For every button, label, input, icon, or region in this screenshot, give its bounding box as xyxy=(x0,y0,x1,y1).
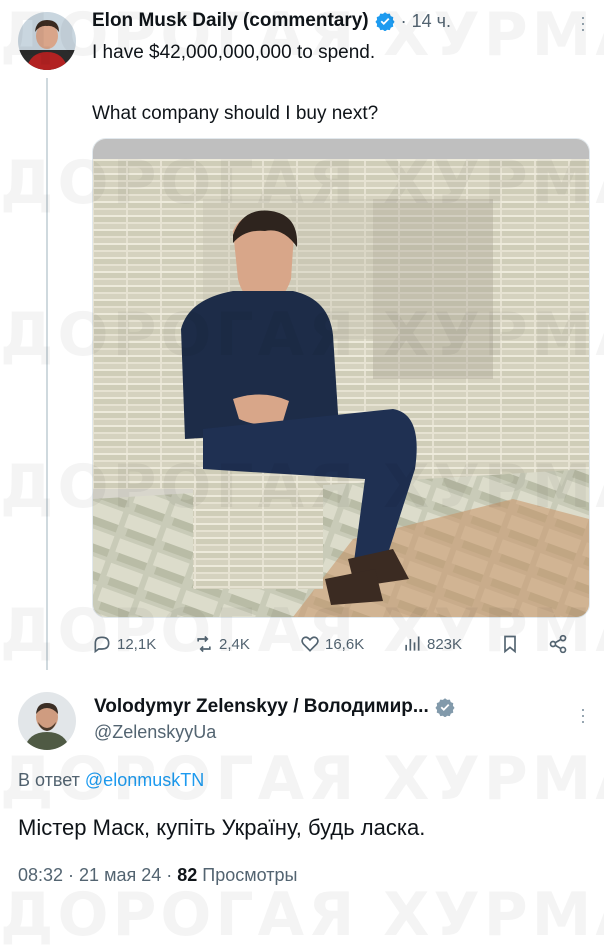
retweet-icon xyxy=(197,635,211,653)
verified-badge-icon xyxy=(435,698,455,717)
views-count: 823K xyxy=(427,635,463,653)
author-name[interactable]: Elon Musk Daily (commentary) xyxy=(92,10,369,32)
retweet-count: 2,4K xyxy=(219,635,250,653)
author-avatar[interactable] xyxy=(18,12,76,70)
reply-views-count: 82 xyxy=(177,865,198,885)
reply-author-handle[interactable]: @ZelenskyyUa xyxy=(94,722,216,743)
tweet-actions: 12,1K 2,4K 16,6K 823K xyxy=(92,634,582,660)
tweet-text-line: What company should I buy next? xyxy=(92,103,379,124)
author-row: Elon Musk Daily (commentary) · 14 ч. xyxy=(92,10,451,32)
more-options-icon[interactable]: · · · xyxy=(580,8,586,38)
share-icon xyxy=(549,634,567,654)
reply-count: 12,1K xyxy=(117,635,157,653)
reply-to-mention-link[interactable]: @elonmuskTN xyxy=(85,770,204,790)
reply-footer: 08:32 · 21 мая 24 · 82 Просмотры xyxy=(18,865,297,886)
reply-to-prefix: В ответ xyxy=(18,770,80,790)
reply-views-label: Просмотры xyxy=(202,865,298,885)
tweet-photo[interactable] xyxy=(92,138,590,618)
views-bar-chart-icon xyxy=(405,636,420,651)
reply-timestamp[interactable]: 08:32 · 21 мая 24 · xyxy=(18,865,172,885)
tweet-time[interactable]: · 14 ч. xyxy=(401,11,451,32)
reply-author-row: Volodymyr Zelenskyy / Володимир... xyxy=(94,696,455,718)
reply-icon xyxy=(94,636,110,654)
like-action[interactable]: 16,6K xyxy=(300,634,364,654)
reply-to-line: В ответ @elonmuskTN xyxy=(18,770,204,791)
reply-action[interactable]: 12,1K xyxy=(92,634,156,654)
tweet-text-line: I have $42,000,000,000 to spend. xyxy=(92,42,376,63)
watermark: ДОРОГАЯ ХУРМА xyxy=(0,880,604,950)
verified-badge-icon xyxy=(375,12,395,31)
reply-text: Містер Маск, купіть Україну, будь ласка. xyxy=(18,815,426,840)
more-options-icon[interactable]: · · · xyxy=(580,700,586,730)
retweet-action[interactable]: 2,4K xyxy=(194,634,250,654)
bookmark-action[interactable] xyxy=(500,634,520,654)
views-action[interactable]: 823K xyxy=(402,634,462,654)
reply-author-name[interactable]: Volodymyr Zelenskyy / Володимир... xyxy=(94,696,429,718)
like-count: 16,6K xyxy=(325,635,365,653)
thread-line xyxy=(46,78,48,670)
heart-icon xyxy=(301,636,319,652)
share-action[interactable] xyxy=(548,634,568,654)
reply-author-avatar[interactable] xyxy=(18,692,76,750)
bookmark-icon xyxy=(504,635,516,654)
